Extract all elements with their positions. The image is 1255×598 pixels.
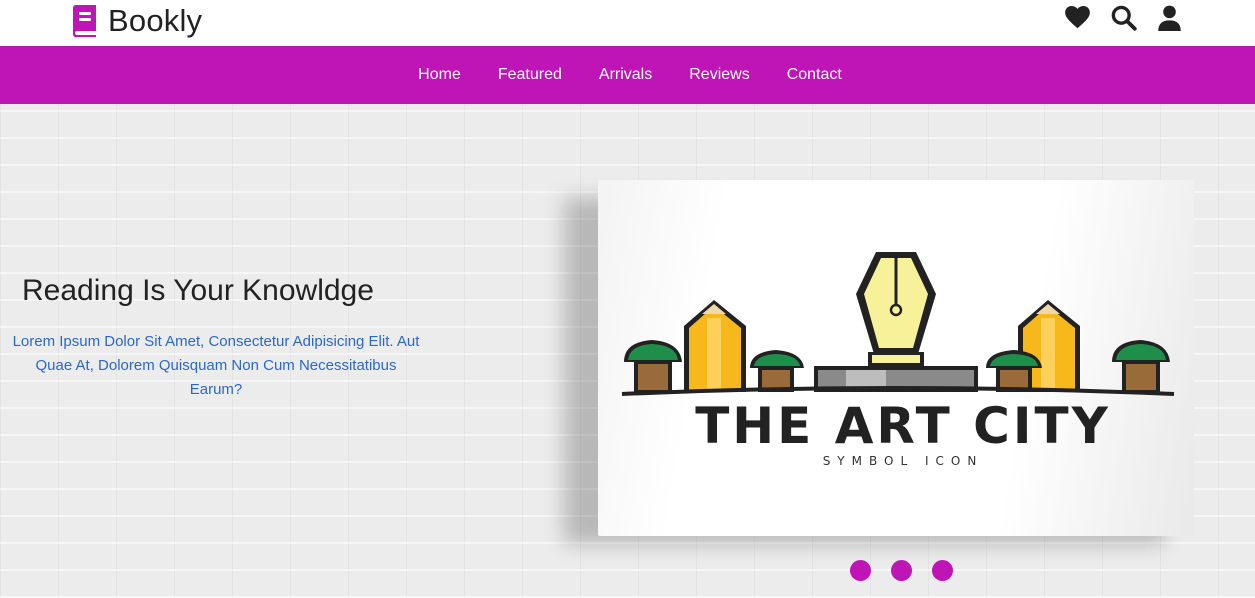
slider-dot[interactable] xyxy=(891,560,912,581)
slider-dot[interactable] xyxy=(850,560,871,581)
hero-section: Reading Is Your Knowldge Lorem Ipsum Dol… xyxy=(0,104,1255,598)
book-page: THE ART CITY SYMBOL ICON xyxy=(598,180,1194,536)
slider-dots xyxy=(850,560,953,581)
hero-text: Lorem Ipsum Dolor Sit Amet, Consectetur … xyxy=(12,333,420,398)
hero-content: Reading Is Your Knowldge Lorem Ipsum Dol… xyxy=(0,274,420,402)
header: Bookly xyxy=(0,0,1255,46)
nav-link-arrivals[interactable]: Arrivals xyxy=(599,66,652,84)
book-subtitle: SYMBOL ICON xyxy=(822,454,984,468)
book-title: THE ART CITY xyxy=(695,397,1111,455)
nav-link-featured[interactable]: Featured xyxy=(498,66,562,84)
nav-link-home[interactable]: Home xyxy=(418,66,461,84)
slider-dot[interactable] xyxy=(932,560,953,581)
book-icon xyxy=(73,5,96,37)
brand-logo[interactable]: Bookly xyxy=(70,3,203,38)
book-cover[interactable]: THE ART CITY SYMBOL ICON xyxy=(564,180,1196,544)
brand-name: Bookly xyxy=(108,3,203,38)
nav-link-contact[interactable]: Contact xyxy=(787,66,842,84)
user-icon[interactable] xyxy=(1156,4,1183,31)
nav-links: Home Featured Arrivals Reviews Contact xyxy=(418,66,842,84)
hero-title: Reading Is Your Knowldge xyxy=(22,274,374,307)
heart-icon[interactable] xyxy=(1064,4,1091,31)
nav-link-reviews[interactable]: Reviews xyxy=(689,66,749,84)
search-icon[interactable] xyxy=(1110,4,1137,31)
header-icons xyxy=(1064,4,1183,31)
main-navbar: Home Featured Arrivals Reviews Contact xyxy=(0,46,1255,104)
